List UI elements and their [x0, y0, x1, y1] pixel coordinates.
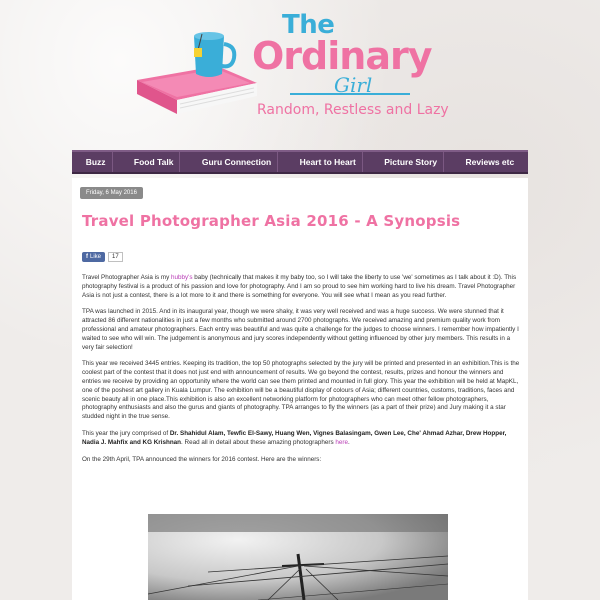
nav-item-heart-to-heart[interactable]: Heart to Heart — [294, 152, 363, 172]
paragraph-winners: On the 29th April, TPA announced the win… — [82, 455, 322, 463]
blog-title: Ordinary — [252, 34, 432, 78]
post-image[interactable] — [148, 514, 448, 600]
post-date: Friday, 6 May 2016 — [80, 187, 143, 199]
post-body: Travel Photographer Asia is my hubby's b… — [82, 274, 522, 472]
like-count: 17 — [108, 252, 123, 262]
like-label: Like — [90, 254, 102, 260]
paragraph-exhibition: This year we received 3445 entries. Keep… — [82, 360, 520, 421]
blog-site: The Ordinary Girl Random, Restless and L… — [72, 0, 528, 600]
like-button[interactable]: f Like — [82, 252, 106, 262]
book-and-mug-icon — [137, 32, 257, 114]
main-nav: Buzz Food Talk Guru Connection Heart to … — [72, 150, 528, 174]
blog-header[interactable]: The Ordinary Girl Random, Restless and L… — [72, 0, 528, 150]
post-container: Friday, 6 May 2016 Travel Photographer A… — [72, 178, 528, 600]
blog-title-girl: Girl — [334, 73, 373, 97]
utility-pole-photo — [148, 514, 448, 600]
blog-tagline: Random, Restless and Lazy — [257, 102, 449, 118]
paragraph-jury: This year the jury comprised of Dr. Shah… — [82, 429, 507, 446]
photographers-link[interactable]: here — [335, 439, 348, 446]
paragraph-intro: Travel Photographer Asia is my hubby's b… — [82, 274, 517, 299]
nav-item-food-talk[interactable]: Food Talk — [128, 152, 181, 172]
post-title[interactable]: Travel Photographer Asia 2016 - A Synops… — [82, 212, 460, 230]
nav-item-guru-connection[interactable]: Guru Connection — [196, 152, 279, 172]
hubby-link[interactable]: hubby's — [171, 274, 193, 281]
paragraph-launch: TPA was launched in 2015. And in its ina… — [82, 308, 519, 351]
nav-item-reviews-etc[interactable]: Reviews etc — [460, 152, 521, 172]
facebook-like: f Like 17 — [82, 252, 123, 262]
facebook-icon: f — [86, 254, 88, 260]
nav-item-picture-story[interactable]: Picture Story — [378, 152, 445, 172]
nav-item-buzz[interactable]: Buzz — [80, 152, 113, 172]
